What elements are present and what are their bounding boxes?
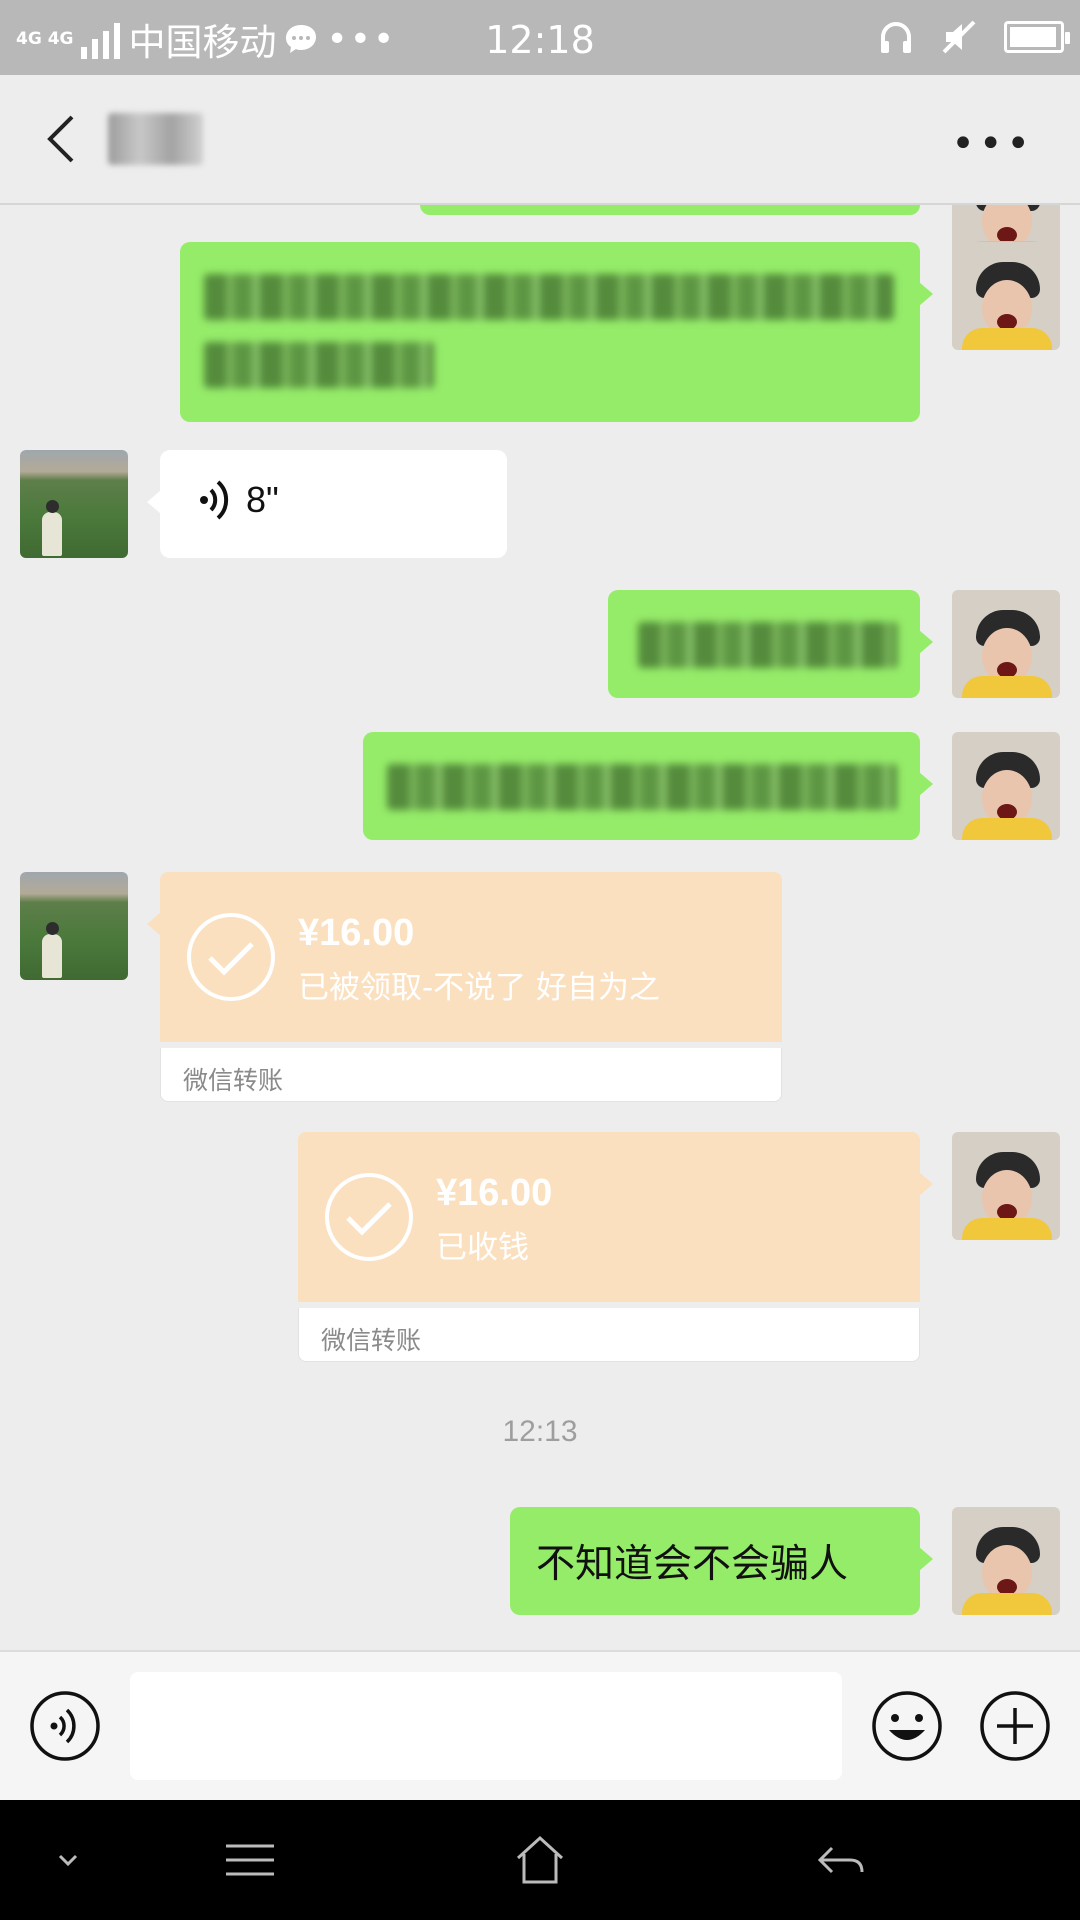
chevron-down-icon[interactable] (38, 1830, 98, 1890)
my-avatar[interactable] (952, 242, 1060, 350)
my-avatar[interactable] (952, 1132, 1060, 1240)
transfer-card-received[interactable]: ¥16.00 已被领取-不说了 好自为之 微信转账 (147, 872, 782, 1102)
message-bubble-blurred[interactable] (363, 732, 933, 840)
transfer-note: 已被领取-不说了 好自为之 (298, 970, 661, 1006)
check-circle-icon (325, 1173, 413, 1261)
input-bar (0, 1650, 1080, 1800)
battery-icon (1004, 21, 1070, 53)
blurred-text (204, 342, 434, 388)
back-icon[interactable] (34, 109, 94, 169)
my-avatar[interactable] (952, 1507, 1060, 1615)
transfer-amount: ¥16.00 (298, 912, 415, 954)
message-bubble-blurred[interactable] (608, 590, 933, 698)
voice-duration: 8" (246, 479, 279, 520)
my-avatar[interactable] (952, 590, 1060, 698)
mute-icon (942, 20, 976, 54)
plus-icon[interactable] (979, 1690, 1051, 1762)
title-bar: ••• (0, 75, 1080, 205)
headphone-icon (881, 22, 911, 53)
contact-avatar[interactable] (20, 450, 128, 558)
transfer-card-sent[interactable]: ¥16.00 已收钱 微信转账 (298, 1132, 933, 1362)
my-avatar[interactable] (952, 732, 1060, 840)
message-bubble-blurred[interactable] (180, 242, 933, 422)
transfer-label: 微信转账 (183, 1066, 284, 1095)
check-circle-icon (187, 913, 275, 1001)
voice-message[interactable]: 8" (147, 450, 507, 558)
blurred-text (204, 274, 894, 320)
transfer-note: 已收钱 (436, 1230, 529, 1266)
voice-input-icon[interactable] (29, 1690, 101, 1762)
return-icon[interactable] (810, 1830, 870, 1890)
home-icon[interactable] (510, 1830, 570, 1890)
message-bubble[interactable]: 不知道会不会骗人 (510, 1507, 933, 1615)
status-bar: 4G 4G 中国移动 ••• 12:18 (0, 0, 1080, 75)
transfer-label: 微信转账 (321, 1326, 422, 1355)
emoji-icon[interactable] (871, 1690, 943, 1762)
transfer-amount: ¥16.00 (436, 1172, 553, 1214)
message-bubble-partial[interactable] (420, 205, 920, 215)
message-text: 不知道会不会骗人 (536, 1542, 849, 1587)
more-menu-button[interactable]: ••• (951, 121, 1034, 167)
message-timestamp: 12:13 (502, 1415, 578, 1448)
chat-area[interactable]: 8" ¥16.00 已被领取-不说了 好自为之 微信转账 ¥16.00 已收钱 … (0, 205, 1080, 1650)
contact-avatar[interactable] (20, 872, 128, 980)
blurred-text (387, 764, 897, 810)
blurred-text (638, 622, 898, 668)
menu-lines-icon[interactable] (220, 1830, 280, 1890)
contact-name (108, 113, 203, 165)
system-nav-bar (0, 1800, 1080, 1920)
message-input[interactable] (130, 1672, 842, 1780)
voice-icon (200, 480, 229, 520)
